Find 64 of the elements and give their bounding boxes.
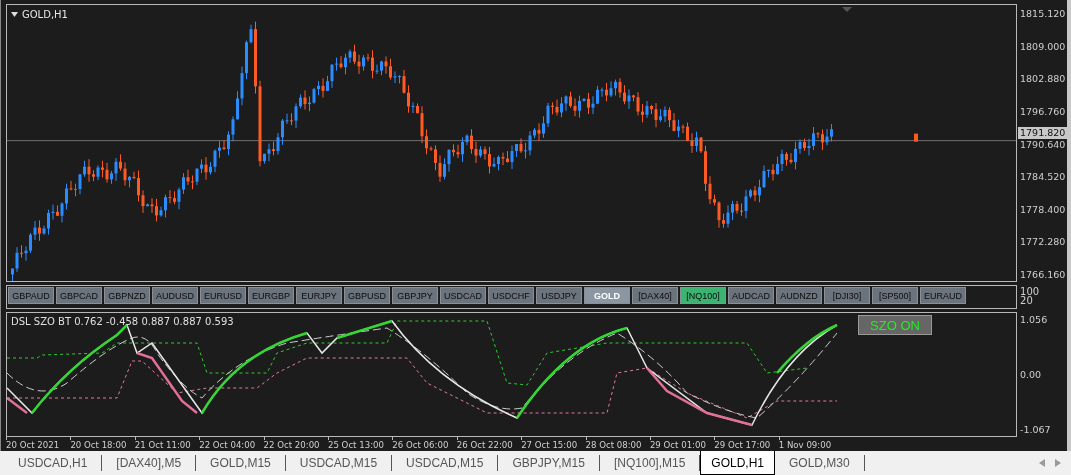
chart-tab[interactable]: GOLD,M15 — [196, 455, 286, 471]
chart-tab[interactable]: GOLD,H1 — [700, 451, 775, 475]
price-label: 1766.160 — [1020, 269, 1067, 280]
time-label: 22 Oct 20:00 — [263, 440, 321, 450]
indicator-axis-label: -1.067 — [1020, 424, 1052, 435]
symbol-button[interactable]: AUDCAD — [728, 287, 774, 304]
chart-tab[interactable]: USDCAD,H1 — [4, 455, 103, 471]
shift-marker-icon — [842, 7, 852, 12]
time-label: 22 Oct 04:00 — [199, 440, 257, 450]
symbol-button[interactable]: GBPNZD — [104, 287, 150, 304]
symbol-button[interactable]: GBPUSD — [344, 287, 390, 304]
chart-tab[interactable]: [DAX40],M5 — [102, 455, 197, 471]
symbol-button[interactable]: AUDNZD — [776, 287, 822, 304]
time-label: 20 Oct 2021 — [6, 440, 61, 450]
price-label: 1772.280 — [1020, 236, 1067, 248]
time-label: 26 Oct 22:00 — [456, 440, 514, 450]
axis-label: 100 — [1020, 287, 1041, 296]
chart-tab[interactable]: GBPJPY,M15 — [498, 455, 600, 471]
indicator-label: DSL SZO BT 0.762 -0.458 0.887 0.887 0.593 — [11, 316, 234, 327]
symbol-button[interactable]: GBPJPY — [392, 287, 438, 304]
chart-title: GOLD,H1 — [22, 9, 68, 20]
time-label: 21 Oct 11:00 — [134, 440, 192, 450]
symbol-button[interactable]: [DJI30] — [824, 287, 870, 304]
axis-label: 20 — [1020, 296, 1033, 305]
price-label: 1802.880 — [1020, 73, 1067, 85]
symbol-button[interactable]: GOLD — [584, 287, 630, 304]
future-bar-marker — [914, 133, 918, 142]
symbol-button[interactable]: EURJPY — [296, 287, 342, 304]
symbol-button[interactable]: USDJPY — [536, 287, 582, 304]
szo-toggle-button[interactable]: SZO ON — [858, 315, 932, 335]
price-label: 1778.400 — [1020, 203, 1067, 215]
symbol-button[interactable]: EURGBP — [248, 287, 294, 304]
symbol-button[interactable]: USDCHF — [488, 287, 534, 304]
symbol-button[interactable]: EURUSD — [200, 287, 246, 304]
symbol-button[interactable]: [DAX40] — [632, 287, 678, 304]
current-price-label: 1791.820 — [1018, 126, 1068, 139]
price-label: 1790.640 — [1020, 138, 1067, 150]
symbol-button[interactable]: GBPCAD — [56, 287, 102, 304]
symbol-button[interactable]: USDCAD — [440, 287, 486, 304]
chart-tab[interactable]: USDCAD,M15 — [392, 455, 499, 471]
chart-tab[interactable]: USDCAD,M15 — [285, 455, 393, 471]
time-label: 29 Oct 17:00 — [714, 440, 772, 450]
symbol-button[interactable]: GBPAUD — [8, 287, 54, 304]
scroll-right-icon[interactable] — [1055, 459, 1061, 467]
indicator-axis-label: 1.056 — [1020, 314, 1049, 325]
symbol-button[interactable]: [SP500] — [872, 287, 918, 304]
time-label: 28 Oct 08:00 — [585, 440, 643, 450]
chart-tab[interactable]: GOLD,M30 — [775, 455, 865, 471]
symbol-button[interactable]: AUDUSD — [152, 287, 198, 304]
time-label: 27 Oct 15:00 — [521, 440, 579, 450]
time-label: 26 Oct 06:00 — [392, 440, 450, 450]
price-label: 1796.760 — [1020, 105, 1067, 117]
price-label: 1809.000 — [1020, 40, 1067, 52]
price-label: 1815.120 — [1020, 8, 1067, 19]
time-label: 1 Nov 09:00 — [778, 440, 833, 450]
time-label: 20 Oct 18:00 — [70, 440, 128, 450]
time-label: 29 Oct 01:00 — [649, 440, 707, 450]
time-label: 25 Oct 13:00 — [327, 440, 385, 450]
symbol-button[interactable]: EURAUD — [920, 287, 966, 304]
dropdown-icon[interactable] — [11, 12, 18, 17]
price-label: 1784.520 — [1020, 171, 1067, 183]
scroll-left-icon[interactable] — [1039, 459, 1045, 467]
symbol-button[interactable]: [NQ100] — [680, 287, 726, 304]
indicator-axis-label: 0.00 — [1020, 369, 1043, 380]
